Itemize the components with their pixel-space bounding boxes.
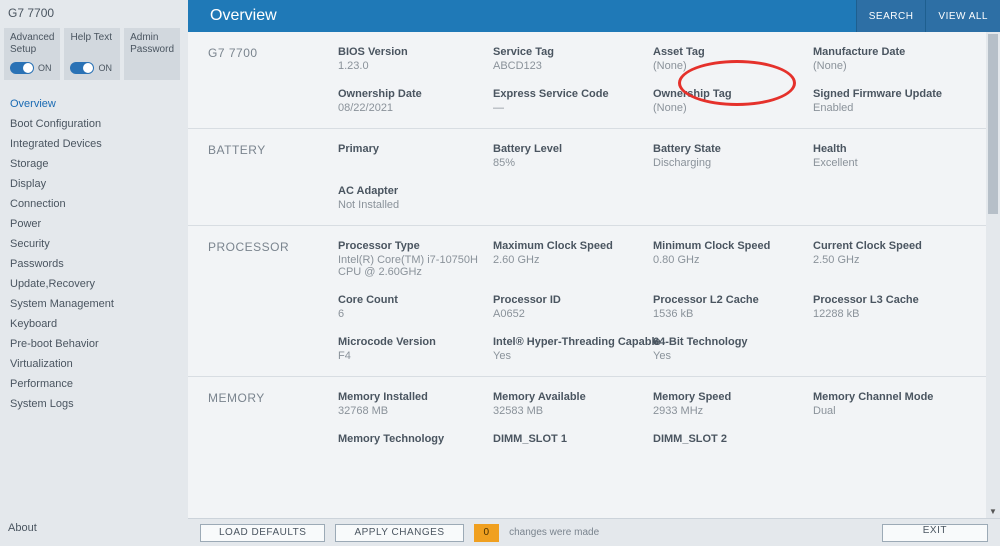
- section-battery: BATTERY Primary Battery Level85% Battery…: [188, 129, 986, 226]
- nav-display[interactable]: Display: [0, 174, 188, 194]
- load-defaults-button[interactable]: LOAD DEFAULTS: [200, 524, 325, 542]
- field-asset-tag: Asset Tag(None): [653, 46, 813, 72]
- section-general: G7 7700 BIOS Version1.23.0 Service TagAB…: [188, 32, 986, 129]
- toggle-switch-icon[interactable]: [10, 62, 34, 74]
- field-ownership-tag: Ownership Tag(None): [653, 88, 813, 114]
- header: Overview SEARCH VIEW ALL: [188, 0, 1000, 32]
- section-memory: MEMORY Memory Installed32768 MB Memory A…: [188, 377, 986, 461]
- field-l2-cache: Processor L2 Cache1536 kB: [653, 294, 813, 320]
- search-button[interactable]: SEARCH: [856, 0, 926, 32]
- field-mem-technology: Memory Technology: [338, 433, 493, 447]
- nav-preboot-behavior[interactable]: Pre-boot Behavior: [0, 334, 188, 354]
- section-processor: PROCESSOR Processor TypeIntel(R) Core(TM…: [188, 226, 986, 377]
- field-ac-adapter: AC AdapterNot Installed: [338, 185, 493, 211]
- field-processor-id: Processor IDA0652: [493, 294, 653, 320]
- field-service-tag: Service TagABCD123: [493, 46, 653, 72]
- field-express-service-code: Express Service Code—: [493, 88, 653, 114]
- quick-toggles: Advanced Setup ON Help Text ON Admin Pas…: [0, 28, 188, 80]
- scrollbar[interactable]: ▼: [986, 32, 1000, 518]
- sidebar-nav: Overview Boot Configuration Integrated D…: [0, 94, 188, 414]
- field-manufacture-date: Manufacture Date(None): [813, 46, 983, 72]
- nav-boot-configuration[interactable]: Boot Configuration: [0, 114, 188, 134]
- field-hyperthreading: Intel® Hyper-Threading CapableYes: [493, 336, 653, 362]
- field-battery-state: Battery StateDischarging: [653, 143, 813, 169]
- field-ownership-date: Ownership Date08/22/2021: [338, 88, 493, 114]
- scroll-down-icon[interactable]: ▼: [986, 504, 1000, 518]
- field-l3-cache: Processor L3 Cache12288 kB: [813, 294, 983, 320]
- nav-connection[interactable]: Connection: [0, 194, 188, 214]
- field-min-clock: Minimum Clock Speed0.80 GHz: [653, 240, 813, 278]
- scrollbar-thumb[interactable]: [988, 34, 998, 214]
- field-primary: Primary: [338, 143, 493, 169]
- toggle-advanced-setup[interactable]: Advanced Setup ON: [4, 28, 60, 80]
- field-dimm1: DIMM_SLOT 1: [493, 433, 653, 447]
- field-mem-available: Memory Available32583 MB: [493, 391, 653, 417]
- nav-integrated-devices[interactable]: Integrated Devices: [0, 134, 188, 154]
- model-title: G7 7700: [0, 0, 188, 28]
- nav-passwords[interactable]: Passwords: [0, 254, 188, 274]
- field-current-clock: Current Clock Speed2.50 GHz: [813, 240, 983, 278]
- nav-performance[interactable]: Performance: [0, 374, 188, 394]
- about-link[interactable]: About: [8, 522, 37, 534]
- section-label-memory: MEMORY: [208, 391, 338, 447]
- changes-count-badge: 0: [474, 524, 500, 542]
- content-scroll: G7 7700 BIOS Version1.23.0 Service TagAB…: [188, 32, 986, 518]
- field-mem-installed: Memory Installed32768 MB: [338, 391, 493, 417]
- field-processor-type: Processor TypeIntel(R) Core(TM) i7-10750…: [338, 240, 493, 278]
- nav-update-recovery[interactable]: Update,Recovery: [0, 274, 188, 294]
- changes-text: changes were made: [509, 527, 599, 538]
- nav-storage[interactable]: Storage: [0, 154, 188, 174]
- field-mem-channel: Memory Channel ModeDual: [813, 391, 983, 417]
- nav-power[interactable]: Power: [0, 214, 188, 234]
- nav-virtualization[interactable]: Virtualization: [0, 354, 188, 374]
- field-battery-health: HealthExcellent: [813, 143, 983, 169]
- field-signed-firmware-update: Signed Firmware UpdateEnabled: [813, 88, 983, 114]
- section-label-battery: BATTERY: [208, 143, 338, 211]
- toggle-switch-icon[interactable]: [70, 62, 94, 74]
- field-microcode: Microcode VersionF4: [338, 336, 493, 362]
- nav-system-logs[interactable]: System Logs: [0, 394, 188, 414]
- field-max-clock: Maximum Clock Speed2.60 GHz: [493, 240, 653, 278]
- toggle-help-text[interactable]: Help Text ON: [64, 28, 120, 80]
- apply-changes-button[interactable]: APPLY CHANGES: [335, 524, 463, 542]
- footer: LOAD DEFAULTS APPLY CHANGES 0 changes we…: [188, 518, 1000, 546]
- content: G7 7700 BIOS Version1.23.0 Service TagAB…: [188, 32, 1000, 518]
- sidebar: G7 7700 Advanced Setup ON Help Text ON A…: [0, 0, 188, 546]
- section-label-processor: PROCESSOR: [208, 240, 338, 362]
- field-dimm2: DIMM_SLOT 2: [653, 433, 813, 447]
- nav-system-management[interactable]: System Management: [0, 294, 188, 314]
- nav-overview[interactable]: Overview: [0, 94, 188, 114]
- page-title: Overview: [210, 7, 856, 25]
- nav-keyboard[interactable]: Keyboard: [0, 314, 188, 334]
- toggle-admin-password[interactable]: Admin Password: [124, 28, 180, 80]
- field-core-count: Core Count6: [338, 294, 493, 320]
- viewall-button[interactable]: VIEW ALL: [925, 0, 1000, 32]
- field-64bit: 64-Bit TechnologyYes: [653, 336, 813, 362]
- nav-security[interactable]: Security: [0, 234, 188, 254]
- field-mem-speed: Memory Speed2933 MHz: [653, 391, 813, 417]
- main: Overview SEARCH VIEW ALL G7 7700 BIOS Ve…: [188, 0, 1000, 546]
- field-bios-version: BIOS Version1.23.0: [338, 46, 493, 72]
- section-label-general: G7 7700: [208, 46, 338, 114]
- exit-button[interactable]: EXIT: [882, 524, 988, 542]
- field-battery-level: Battery Level85%: [493, 143, 653, 169]
